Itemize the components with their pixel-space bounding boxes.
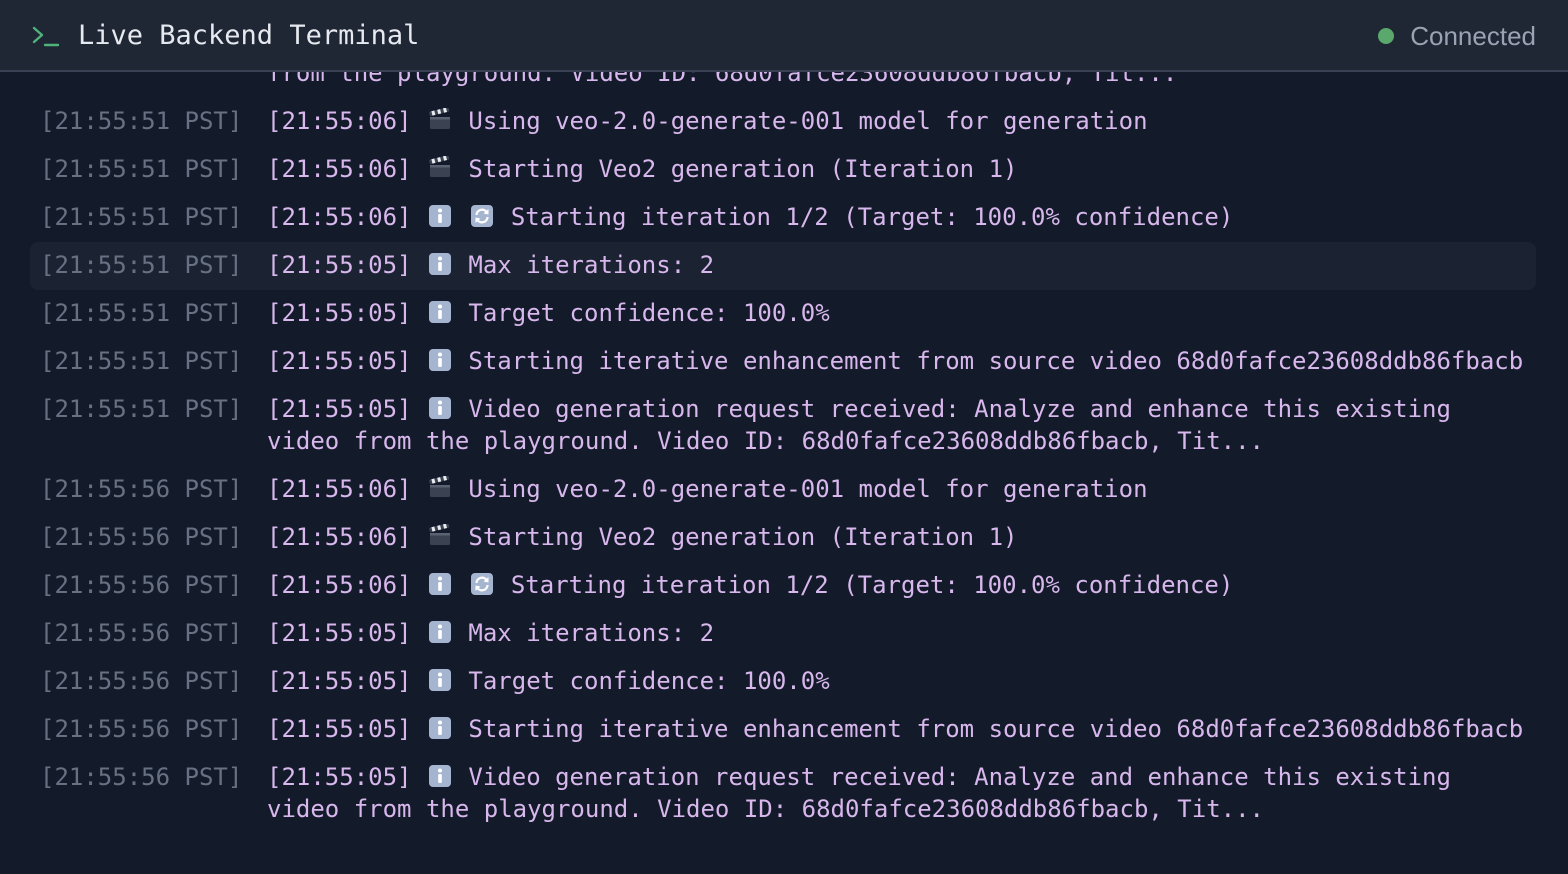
log-entry: [21:55:56 PST] [21:55:06] Using veo-2.0-g… <box>30 466 1536 514</box>
log-message: [21:55:05] Video generation request rece… <box>267 761 1536 825</box>
terminal-header: Live Backend Terminal Connected <box>0 0 1568 72</box>
log-message: [21:55:05] Target confidence: 100.0% <box>267 665 1536 697</box>
log-text: Starting iterative enhancement from sour… <box>468 715 1524 743</box>
info-icon <box>428 348 452 372</box>
log-event-time: [21:55:06] <box>267 523 412 551</box>
log-received-timestamp: [21:55:51 PST] <box>40 251 243 279</box>
log-message: [21:55:05] Starting iterative enhancemen… <box>267 345 1536 377</box>
log-received-timestamp: [21:55:56 PST] <box>40 523 243 551</box>
log-message: [21:55:06] Starting Veo2 generation (Ite… <box>267 153 1536 185</box>
terminal-prompt-icon <box>32 26 60 47</box>
info-icon <box>428 252 452 276</box>
log-received-timestamp: [21:55:56 PST] <box>40 763 243 791</box>
info-icon <box>428 716 452 740</box>
log-event-time: [21:55:06] <box>267 571 412 599</box>
log-text: Target confidence: 100.0% <box>468 299 830 327</box>
log-event-time: [21:55:06] <box>267 155 412 183</box>
log-message: [21:55:06] Using veo-2.0-generate-001 mo… <box>267 473 1536 505</box>
log-received-timestamp: [21:55:56 PST] <box>40 475 243 503</box>
refresh-cycle-icon <box>470 204 494 228</box>
log-entry: [21:55:51 PST] [21:55:06] Using veo-2.0-g… <box>30 98 1536 146</box>
info-icon <box>428 764 452 788</box>
log-message: [21:55:05] Max iterations: 2 <box>267 617 1536 649</box>
log-message: [21:55:05] Starting iterative enhancemen… <box>267 713 1536 745</box>
log-text: Using veo-2.0-generate-001 model for gen… <box>468 107 1148 135</box>
clapper-board-icon <box>428 108 452 132</box>
log-entry: [21:55:56 PST] [21:55:05] Max iterations:… <box>30 610 1536 658</box>
terminal-window: Live Backend Terminal Connected from the… <box>0 0 1568 874</box>
log-entry: [21:55:56 PST] [21:55:06] Starting Veo2 g… <box>30 514 1536 562</box>
log-received-timestamp: [21:55:51 PST] <box>40 299 243 327</box>
log-received-timestamp: [21:55:51 PST] <box>40 155 243 183</box>
log-event-time: [21:55:06] <box>267 203 412 231</box>
log-text: Target confidence: 100.0% <box>468 667 830 695</box>
log-received-timestamp: [21:55:56 PST] <box>40 715 243 743</box>
clapper-board-icon <box>428 524 452 548</box>
log-message: [21:55:06] Starting iteration 1/2 (Targe… <box>267 201 1536 233</box>
log-message: [21:55:05] Video generation request rece… <box>267 393 1536 457</box>
log-event-time: [21:55:05] <box>267 251 412 279</box>
log-text: Using veo-2.0-generate-001 model for gen… <box>468 475 1148 503</box>
log-text: Starting iterative enhancement from sour… <box>468 347 1524 375</box>
log-text: Starting Veo2 generation (Iteration 1) <box>468 523 1018 551</box>
status-label: Connected <box>1410 21 1536 51</box>
log-entry: [21:55:51 PST] [21:55:05] Starting iterat… <box>30 338 1536 386</box>
status-dot-icon <box>1378 28 1395 44</box>
info-icon <box>428 668 452 692</box>
log-entry: [21:55:56 PST] [21:55:06] Starting iterat… <box>30 562 1536 610</box>
info-icon <box>428 396 452 420</box>
log-entry: [21:55:56 PST] [21:55:05] Starting iterat… <box>30 706 1536 754</box>
log-event-time: [21:55:05] <box>267 667 412 695</box>
refresh-cycle-icon <box>470 572 494 596</box>
log-entry: [21:55:51 PST] [21:55:06] Starting Veo2 g… <box>30 146 1536 194</box>
log-list: from the playground. Video ID: 68d0fafce… <box>30 72 1536 834</box>
log-message: [21:55:06] Starting iteration 1/2 (Targe… <box>267 569 1536 601</box>
log-message: [21:55:05] Max iterations: 2 <box>267 249 1536 281</box>
log-message: from the playground. Video ID: 68d0fafce… <box>267 72 1536 89</box>
log-message: [21:55:06] Using veo-2.0-generate-001 mo… <box>267 105 1536 137</box>
log-entry: [21:55:56 PST] [21:55:05] Video generatio… <box>30 754 1536 834</box>
log-entry: from the playground. Video ID: 68d0fafce… <box>30 72 1536 98</box>
info-icon <box>428 620 452 644</box>
clapper-board-icon <box>428 476 452 500</box>
terminal-title: Live Backend Terminal <box>78 20 420 51</box>
log-message: [21:55:06] Starting Veo2 generation (Ite… <box>267 521 1536 553</box>
log-message: [21:55:05] Target confidence: 100.0% <box>267 297 1536 329</box>
log-entry: [21:55:51 PST] [21:55:06] Starting iterat… <box>30 194 1536 242</box>
log-output[interactable]: from the playground. Video ID: 68d0fafce… <box>0 72 1568 874</box>
log-received-timestamp: [21:55:51 PST] <box>40 107 243 135</box>
log-event-time: [21:55:06] <box>267 107 412 135</box>
log-event-time: [21:55:05] <box>267 763 412 791</box>
log-received-timestamp: [21:55:56 PST] <box>40 667 243 695</box>
log-received-timestamp: [21:55:51 PST] <box>40 395 243 423</box>
log-text: Max iterations: 2 <box>468 251 715 279</box>
log-event-time: [21:55:06] <box>267 475 412 503</box>
info-icon <box>428 300 452 324</box>
log-text: from the playground. Video ID: 68d0fafce… <box>267 72 1178 87</box>
info-icon <box>428 204 452 228</box>
info-icon <box>428 572 452 596</box>
log-entry: [21:55:51 PST] [21:55:05] Video generatio… <box>30 386 1536 466</box>
log-entry: [21:55:56 PST] [21:55:05] Target confiden… <box>30 658 1536 706</box>
log-entry: [21:55:51 PST] [21:55:05] Max iterations:… <box>30 242 1536 290</box>
log-event-time: [21:55:05] <box>267 619 412 647</box>
log-event-time: [21:55:05] <box>267 299 412 327</box>
log-event-time: [21:55:05] <box>267 715 412 743</box>
log-text: Starting Veo2 generation (Iteration 1) <box>468 155 1018 183</box>
log-text: Starting iteration 1/2 (Target: 100.0% c… <box>510 571 1234 599</box>
log-entry: [21:55:51 PST] [21:55:05] Target confiden… <box>30 290 1536 338</box>
log-received-timestamp: [21:55:56 PST] <box>40 619 243 647</box>
log-text: Max iterations: 2 <box>468 619 715 647</box>
log-received-timestamp: [21:55:51 PST] <box>40 347 243 375</box>
log-text: Starting iteration 1/2 (Target: 100.0% c… <box>510 203 1234 231</box>
log-received-timestamp: [21:55:56 PST] <box>40 571 243 599</box>
connection-status: Connected <box>1378 19 1536 53</box>
log-event-time: [21:55:05] <box>267 347 412 375</box>
log-event-time: [21:55:05] <box>267 395 412 423</box>
clapper-board-icon <box>428 156 452 180</box>
log-received-timestamp: [21:55:51 PST] <box>40 203 243 231</box>
